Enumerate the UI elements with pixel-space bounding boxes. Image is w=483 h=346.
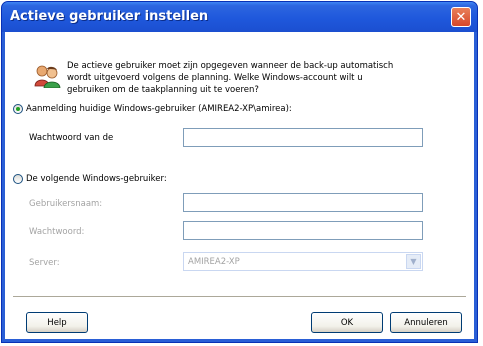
current-user-label: Aanmelding huidige Windows-gebruiker (AM… <box>26 104 292 114</box>
server-select[interactable]: AMIREA2-XP ▼ <box>183 252 423 271</box>
separator <box>13 296 466 298</box>
password-label: Wachtwoord: <box>29 227 85 237</box>
users-icon <box>34 65 61 88</box>
title-bar[interactable]: Actieve gebruiker instellen ✕ <box>2 2 477 32</box>
current-user-password-field[interactable] <box>183 128 423 147</box>
cancel-button[interactable]: Annuleren <box>390 312 462 333</box>
window-title: Actieve gebruiker instellen <box>10 9 209 24</box>
other-user-label: De volgende Windows-gebruiker: <box>26 174 167 184</box>
dialog-window: Actieve gebruiker instellen ✕ De actieve… <box>1 1 478 343</box>
server-label: Server: <box>29 258 60 268</box>
ok-button[interactable]: OK <box>311 312 383 333</box>
current-user-option[interactable]: Aanmelding huidige Windows-gebruiker (AM… <box>13 104 292 114</box>
radio-selected-dot <box>16 107 20 111</box>
chevron-down-icon[interactable]: ▼ <box>406 254 421 269</box>
close-icon: ✕ <box>455 9 467 25</box>
current-user-password-label: Wachtwoord van de <box>29 133 114 143</box>
current-user-radio[interactable] <box>13 104 23 114</box>
other-user-option[interactable]: De volgende Windows-gebruiker: <box>13 174 167 184</box>
username-label: Gebruikersnaam: <box>29 199 103 209</box>
help-button[interactable]: Help <box>26 312 88 333</box>
intro-text: De actieve gebruiker moet zijn opgegeven… <box>67 61 394 94</box>
username-field[interactable] <box>183 193 423 212</box>
other-user-radio[interactable] <box>13 174 23 184</box>
dialog-body: De actieve gebruiker moet zijn opgegeven… <box>5 32 474 339</box>
server-select-value: AMIREA2-XP <box>188 257 240 267</box>
password-field[interactable] <box>183 221 423 240</box>
close-button[interactable]: ✕ <box>451 7 471 27</box>
